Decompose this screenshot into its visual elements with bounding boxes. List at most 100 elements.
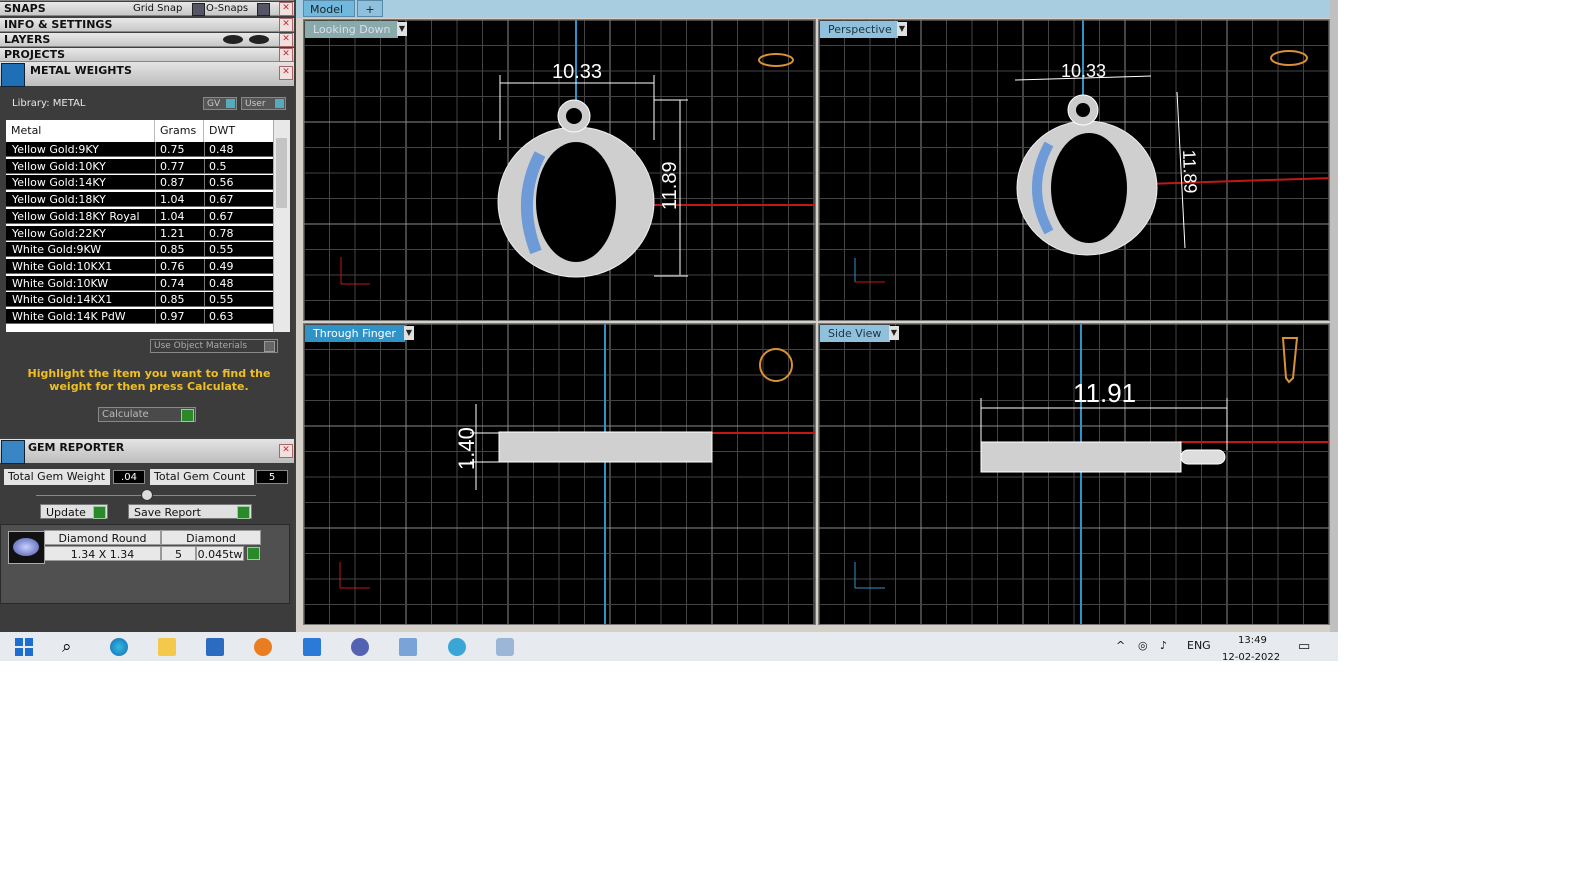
snaps-header[interactable]: SNAPS Grid Snap O-Snaps ✕ [0, 2, 294, 16]
table-row[interactable]: White Gold:10KW 0.74 0.48 [6, 275, 273, 291]
chevron-down-icon[interactable]: ▼ [404, 326, 414, 340]
close-icon[interactable]: ✕ [279, 48, 293, 62]
windows-start-icon[interactable] [15, 638, 33, 656]
table-row[interactable]: Yellow Gold:18KY 1.04 0.67 [6, 192, 273, 208]
chevron-down-icon[interactable]: ▼ [397, 22, 407, 36]
gem-icon [1, 440, 25, 464]
pendant-hole [536, 142, 616, 262]
table-row[interactable]: White Gold:10KX1 0.76 0.49 [6, 258, 273, 274]
view-cube-icon[interactable] [1270, 50, 1308, 66]
gem-reporter-title-bar: GEM REPORTER ✕ [0, 439, 294, 464]
scrollbar-thumb[interactable] [276, 138, 287, 208]
viewport-looking-down[interactable]: 10.33 11.89 Looking Down ▼ [303, 19, 816, 321]
viewport-label[interactable]: Looking Down ▼ [305, 21, 407, 38]
layers-header[interactable]: LAYERS ✕ [0, 33, 294, 47]
left-panel: SNAPS Grid Snap O-Snaps ✕ INFO & SETTING… [0, 0, 296, 632]
table-row[interactable]: White Gold:9KW 0.85 0.55 [6, 242, 273, 258]
table-row[interactable]: Yellow Gold:18KY Royal 1.04 0.67 [6, 208, 273, 224]
table-row[interactable]: Yellow Gold:22KY 1.21 0.78 [6, 225, 273, 241]
table-row[interactable]: White Gold:14K PdW 0.97 0.63 [6, 309, 273, 324]
viewport-label[interactable]: Perspective ▼ [820, 21, 907, 38]
round-diamond-icon [8, 531, 45, 564]
table-row[interactable]: White Gold:14KX1 0.85 0.55 [6, 292, 273, 308]
store-icon[interactable] [206, 638, 224, 656]
table-cell: Yellow Gold:14KY [12, 176, 106, 190]
column-header[interactable]: Metal [6, 120, 154, 142]
viewport-side-view[interactable]: 11.91 Side View ▼ [818, 323, 1330, 625]
play-icon[interactable] [247, 547, 260, 560]
play-icon [237, 506, 250, 519]
metal-weights-title: METAL WEIGHTS [30, 64, 132, 77]
table-scrollbar[interactable] [273, 120, 290, 332]
calculate-button[interactable]: Calculate [98, 407, 196, 422]
gem-weight: 0.045tw [196, 546, 244, 561]
column-header[interactable]: Grams [154, 120, 203, 142]
table-row[interactable]: Yellow Gold:9KY 0.75 0.48 [6, 142, 273, 157]
close-icon[interactable]: ✕ [279, 444, 293, 458]
table-row[interactable]: Yellow Gold:14KY 0.87 0.56 [6, 175, 273, 191]
info-settings-header[interactable]: INFO & SETTINGS ✕ [0, 18, 294, 32]
chevron-up-icon[interactable]: ^ [1116, 639, 1125, 652]
eye-icon[interactable] [249, 35, 269, 44]
total-gem-count-value: 5 [256, 470, 288, 484]
top-cut-header [0, 0, 294, 1]
clock-date[interactable]: 12-02-2022 [1222, 652, 1280, 661]
language-indicator[interactable]: ENG [1187, 639, 1211, 652]
viewport-canvas: 10.33 11.89 [304, 20, 815, 320]
slider-knob[interactable] [141, 489, 153, 501]
chevron-down-icon[interactable]: ▼ [897, 22, 907, 36]
grid-snap-label[interactable]: Grid Snap [133, 2, 182, 16]
table-cell: Yellow Gold:10KY [12, 159, 106, 173]
use-object-materials-toggle[interactable]: Use Object Materials [150, 339, 278, 353]
globe-icon[interactable]: ◎ [1138, 639, 1148, 652]
close-icon[interactable]: ✕ [279, 2, 293, 16]
clock-time[interactable]: 13:49 [1238, 635, 1267, 646]
speaker-icon[interactable]: ♪ [1160, 639, 1167, 652]
column-header[interactable]: DWT [203, 120, 263, 142]
eye-icon[interactable] [223, 35, 243, 44]
jewelry-cad-icon[interactable] [351, 638, 369, 656]
gem-shape: Diamond Round [44, 530, 161, 545]
close-icon[interactable]: ✕ [279, 18, 293, 32]
table-cell: White Gold:10KW [12, 276, 109, 290]
o-snaps-label[interactable]: O-Snaps [206, 2, 248, 16]
projects-header[interactable]: PROJECTS ✕ [0, 48, 294, 62]
library-label: Library: METAL [12, 98, 86, 109]
notifications-icon[interactable]: ▭ [1298, 639, 1310, 654]
table-row[interactable]: Yellow Gold:10KY 0.77 0.5 [6, 158, 273, 174]
close-icon[interactable]: ✕ [279, 33, 293, 47]
app-icon[interactable] [448, 638, 466, 656]
view-cube-icon[interactable] [759, 348, 793, 382]
viewport-label[interactable]: Through Finger ▼ [305, 325, 414, 342]
file-explorer-icon[interactable] [158, 638, 176, 656]
table-cell: White Gold:14KX1 [12, 293, 113, 307]
paint-icon[interactable] [496, 638, 514, 656]
dimension-label: 10.33 [552, 61, 602, 83]
chevron-down-icon[interactable]: ▼ [889, 326, 899, 340]
dimension-label: 10.33 [1061, 61, 1106, 81]
tab-model[interactable]: Model [303, 0, 355, 17]
user-toggle[interactable]: User [241, 97, 286, 110]
table-cell: 0.67 [209, 209, 234, 223]
viewport-perspective[interactable]: 10.33 11.89 Perspective ▼ [818, 19, 1330, 321]
save-report-button[interactable]: Save Report [128, 504, 252, 519]
scale-icon [1, 63, 25, 87]
app-icon[interactable] [399, 638, 417, 656]
edge-browser-icon[interactable] [110, 638, 128, 656]
viewport-through-finger[interactable]: 1.40 Through Finger ▼ [303, 323, 816, 625]
search-icon[interactable]: ⌕ [62, 638, 80, 656]
mail-icon[interactable] [303, 638, 321, 656]
table-cell: 0.76 [160, 259, 185, 273]
add-tab-button[interactable]: + [357, 0, 383, 17]
gv-toggle[interactable]: GV [203, 97, 237, 110]
blender-icon[interactable] [254, 638, 272, 656]
snaps-title: SNAPS [4, 2, 46, 15]
grid-snap-toggle[interactable] [192, 3, 205, 16]
close-icon[interactable]: ✕ [279, 66, 293, 80]
view-cube-icon[interactable] [758, 53, 794, 67]
viewport-label[interactable]: Side View ▼ [820, 325, 899, 342]
update-button[interactable]: Update [40, 504, 108, 519]
o-snaps-toggle[interactable] [257, 3, 270, 16]
dimension-label: 1.40 [454, 427, 479, 470]
app-window: SNAPS Grid Snap O-Snaps ✕ INFO & SETTING… [0, 0, 1338, 632]
